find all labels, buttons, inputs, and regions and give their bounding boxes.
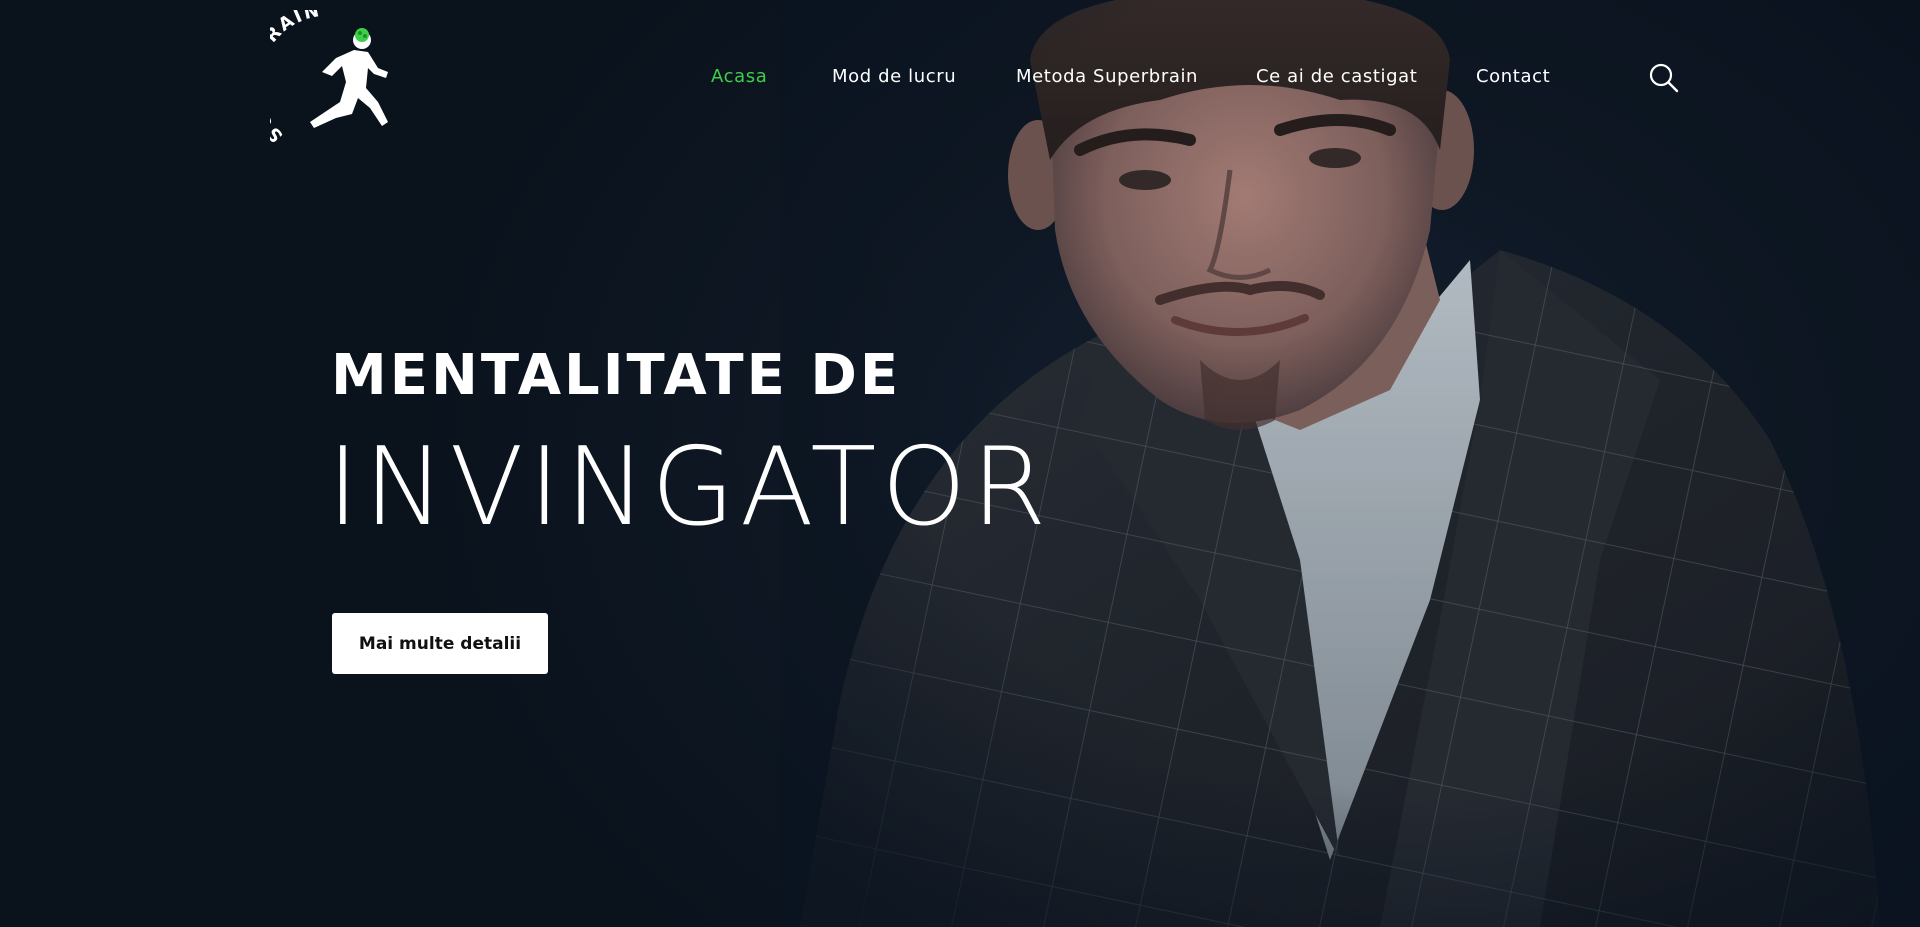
- more-details-button[interactable]: Mai multe detalii: [332, 613, 548, 674]
- headline-invingator: INVINGATOR: [327, 425, 1052, 550]
- nav-item-ce-ai-de-castigat[interactable]: Ce ai de castigat: [1256, 66, 1417, 87]
- brain-accent-icon: [355, 28, 369, 42]
- search-icon[interactable]: [1649, 63, 1679, 93]
- nav-item-acasa[interactable]: Acasa: [711, 66, 767, 87]
- hero-section: SUPER BRAIN Acasa Mod de lucru Metoda Su…: [0, 0, 1920, 927]
- main-nav: Acasa Mod de lucru Metoda Superbrain Ce …: [0, 66, 1920, 94]
- nav-item-metoda-superbrain[interactable]: Metoda Superbrain: [1016, 66, 1198, 87]
- headline-mentalitate: MENTALITATE DE: [331, 343, 902, 408]
- nav-item-contact[interactable]: Contact: [1476, 66, 1550, 87]
- nav-item-mod-de-lucru[interactable]: Mod de lucru: [832, 66, 956, 87]
